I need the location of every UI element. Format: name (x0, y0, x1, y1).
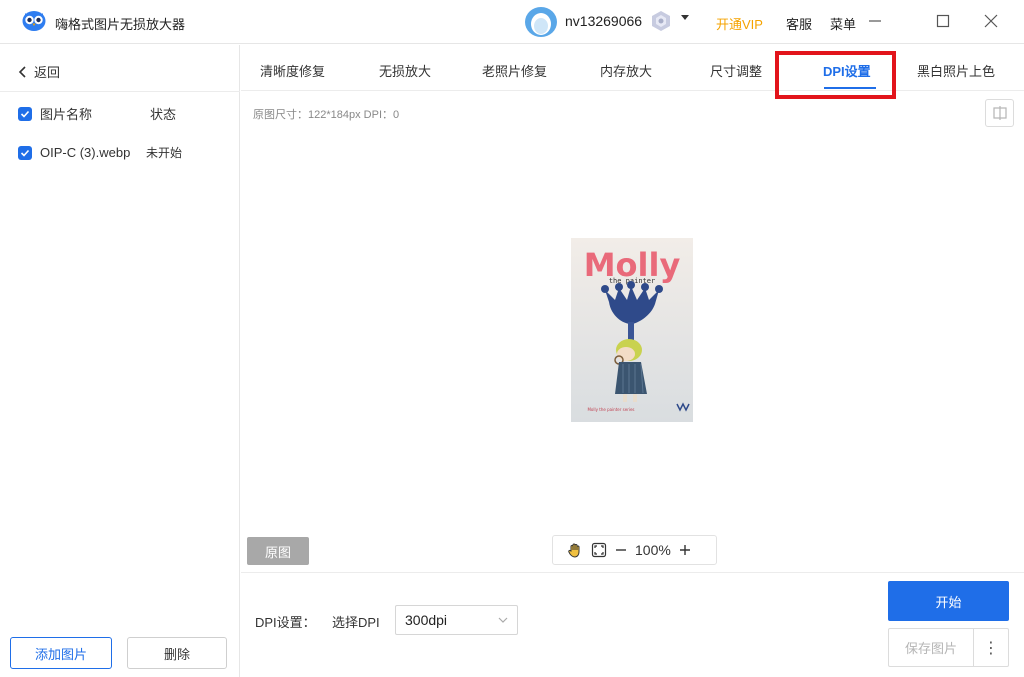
close-icon (984, 14, 998, 28)
dpi-tab-highlight-annotation (775, 51, 896, 99)
save-image-button[interactable]: 保存图片 (888, 628, 974, 667)
minimize-icon (869, 20, 881, 22)
tab-old-photo-repair[interactable]: 老照片修复 (482, 61, 547, 80)
back-label: 返回 (34, 65, 61, 80)
preview-image: Molly the painter Molly the painter seri… (571, 238, 693, 422)
split-compare-icon (992, 106, 1007, 120)
plus-icon (679, 545, 690, 555)
select-dpi-label: 选择DPI (332, 615, 380, 630)
file-list-panel: 返回 图片名称 状态 OIP-C (3).webp 未开始 添加图片 删除 (0, 45, 240, 677)
tab-lossless-upscale[interactable]: 无损放大 (379, 61, 431, 80)
file-status: 未开始 (146, 146, 183, 160)
feature-tabs: 清晰度修复 无损放大 老照片修复 内存放大 尺寸调整 DPI设置 黑白照片上色 (241, 45, 1024, 91)
maximize-icon (936, 14, 950, 28)
app-title: 嗨格式图片无损放大器 (55, 17, 186, 32)
file-list-header: 图片名称 状态 (18, 104, 228, 123)
dpi-settings-label: DPI设置： (255, 615, 316, 630)
username[interactable]: nv13269066 (565, 13, 642, 29)
pan-hand-button[interactable] (567, 542, 583, 558)
zoom-in-button[interactable] (679, 544, 691, 556)
customer-service-link[interactable]: 客服 (786, 14, 812, 33)
fit-screen-icon (591, 542, 607, 558)
chevron-left-icon (18, 65, 26, 78)
user-dropdown-caret-icon[interactable] (680, 12, 690, 22)
dpi-selected-value: 300dpi (405, 612, 448, 628)
tab-clarity-repair[interactable]: 清晰度修复 (260, 61, 325, 80)
divider (0, 91, 240, 92)
zoom-level: 100% (635, 542, 671, 558)
compare-view-button[interactable] (985, 99, 1014, 127)
back-button[interactable]: 返回 (18, 62, 60, 81)
user-avatar-icon[interactable] (524, 6, 558, 38)
select-all-checkbox[interactable] (18, 106, 32, 121)
tab-size-enlarge[interactable]: 内存放大 (600, 61, 652, 80)
hand-icon (568, 543, 580, 558)
zoom-out-button[interactable] (615, 544, 627, 556)
delete-button[interactable]: 删除 (127, 637, 227, 669)
more-options-button[interactable]: ⋮ (973, 628, 1009, 667)
zoom-controls: 100% (552, 535, 717, 565)
vip-link[interactable]: 开通VIP (716, 14, 763, 33)
column-header-name: 图片名称 (40, 107, 93, 122)
owl-logo-icon (22, 11, 46, 31)
vip-badge-icon (652, 11, 670, 31)
checkmark-icon (20, 149, 30, 157)
tab-colorize[interactable]: 黑白照片上色 (917, 61, 995, 80)
tab-dimension-adjust[interactable]: 尺寸调整 (710, 61, 762, 80)
image-info: 原图尺寸：122*184px DPI：0 (253, 109, 400, 121)
minimize-button[interactable] (860, 6, 890, 36)
minus-icon (616, 549, 626, 551)
dpi-select-dropdown[interactable]: 300dpi (395, 605, 518, 635)
checkmark-icon (20, 110, 30, 118)
close-button[interactable] (976, 6, 1006, 36)
fit-screen-button[interactable] (591, 542, 607, 558)
menu-link[interactable]: 菜单 (830, 14, 856, 33)
add-image-button[interactable]: 添加图片 (10, 637, 112, 669)
start-button[interactable]: 开始 (888, 581, 1009, 621)
title-bar: 嗨格式图片无损放大器 nv13269066 开通VIP 客服 菜单 (0, 0, 1024, 44)
file-list-item[interactable]: OIP-C (3).webp 未开始 (18, 144, 228, 161)
maximize-button[interactable] (928, 6, 958, 36)
molly-poster-image: Molly the painter Molly the painter seri… (571, 238, 693, 422)
original-image-button[interactable]: 原图 (247, 537, 309, 565)
column-header-status: 状态 (150, 107, 177, 122)
chevron-down-icon (498, 617, 508, 623)
file-name: OIP-C (3).webp (40, 145, 131, 160)
poster-footer: Molly the painter series (587, 407, 634, 412)
file-checkbox[interactable] (18, 145, 32, 160)
